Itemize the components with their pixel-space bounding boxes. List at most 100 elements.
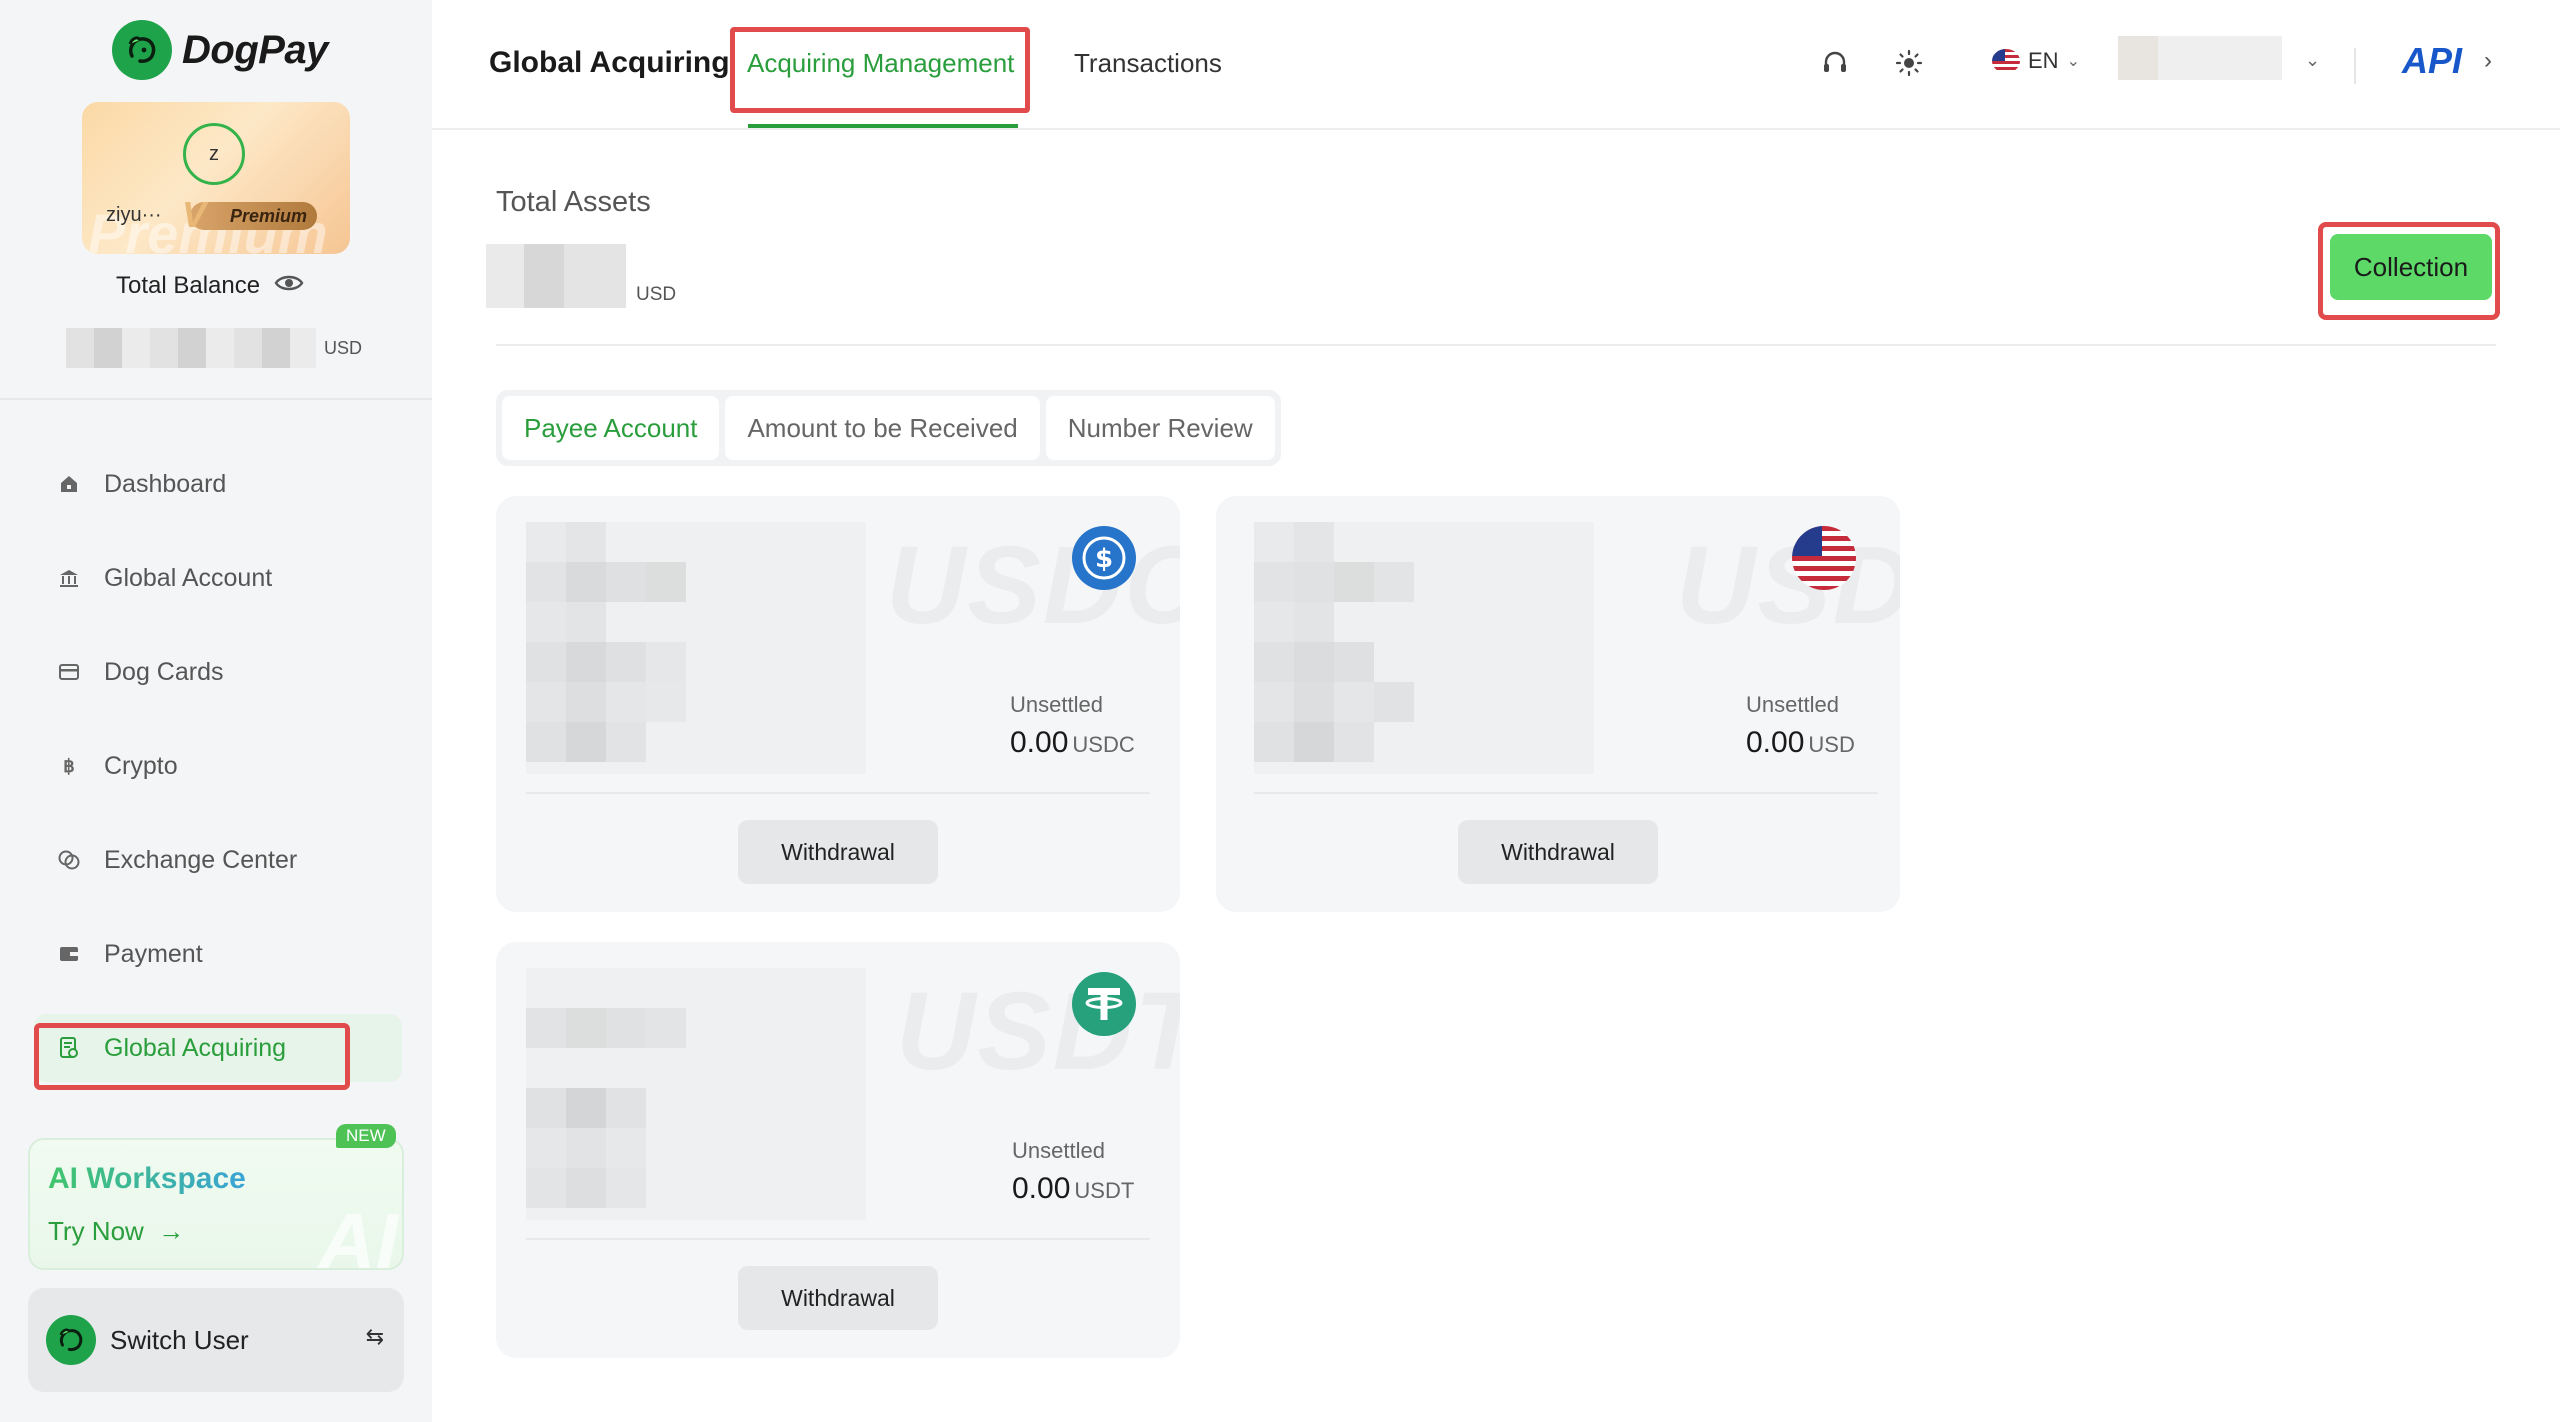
tab-transactions[interactable]: Transactions	[1074, 48, 1222, 79]
amount-value: 0.00	[1010, 726, 1069, 759]
eye-icon[interactable]	[274, 272, 304, 300]
highlight-box-global-acquiring	[34, 1023, 350, 1090]
page-title: Global Acquiring	[489, 46, 730, 79]
card-divider	[1254, 792, 1878, 794]
withdrawal-button[interactable]: Withdrawal	[738, 1266, 938, 1330]
total-balance: Total Balance	[116, 272, 304, 300]
sidebar-item-label: Payment	[104, 939, 203, 968]
swap-arrows-icon: ⇆	[365, 1324, 384, 1349]
premium-profile-card[interactable]: Premium z ziyu··· Premium V	[82, 102, 350, 254]
highlight-box-acquiring-management	[730, 27, 1030, 113]
currency-watermark: USD	[1676, 524, 1900, 647]
withdrawal-button[interactable]: Withdrawal	[1458, 820, 1658, 884]
sidebar-item-global-account[interactable]: Global Account	[34, 544, 402, 612]
amount-currency: USDC	[1072, 732, 1135, 757]
try-now-label: Try Now	[48, 1216, 144, 1246]
dog-logo-icon	[112, 20, 172, 80]
subtab-payee-account[interactable]: Payee Account	[502, 396, 720, 460]
headset-icon[interactable]	[1818, 46, 1852, 80]
exchange-icon	[58, 849, 80, 871]
sidebar-item-crypto[interactable]: ฿ Crypto	[34, 732, 402, 800]
arrow-right-icon: →	[151, 1216, 185, 1246]
account-name-redacted[interactable]	[2118, 36, 2282, 80]
card-divider	[526, 792, 1150, 794]
unsettled-label: Unsettled	[1010, 692, 1103, 717]
api-label: API	[2402, 40, 2463, 81]
subtab-amount-to-be-received[interactable]: Amount to be Received	[725, 396, 1040, 460]
ai-workspace-card[interactable]: AI Workspace Try Now → AI	[28, 1138, 404, 1270]
amount-value: 0.00	[1012, 1172, 1071, 1205]
account-subtabs: Payee Account Amount to be Received Numb…	[496, 390, 1281, 466]
switch-user-label: Switch User	[110, 1324, 249, 1355]
unsettled-label: Unsettled	[1012, 1138, 1105, 1163]
account-details-redacted	[1254, 522, 1594, 774]
currency-watermark: USDT	[896, 970, 1180, 1093]
avatar: z	[183, 123, 245, 185]
brand-name: DogPay	[182, 27, 328, 72]
balance-unit: USD	[324, 338, 363, 358]
tether-icon	[1072, 972, 1136, 1036]
sidebar: DogPay Premium z ziyu··· Premium V Total…	[0, 0, 432, 1422]
try-now-link[interactable]: Try Now →	[48, 1216, 184, 1247]
bank-icon	[58, 567, 80, 589]
total-balance-label: Total Balance	[116, 272, 261, 299]
home-icon	[58, 473, 80, 495]
sidebar-item-exchange-center[interactable]: Exchange Center	[34, 826, 402, 894]
sidebar-item-label: Global Account	[104, 563, 273, 592]
withdrawal-button[interactable]: Withdrawal	[738, 820, 938, 884]
sidebar-item-label: Dog Cards	[104, 657, 224, 686]
chevron-right-icon: ›	[2484, 47, 2493, 74]
amount-currency: USDT	[1074, 1178, 1135, 1203]
language-label: EN	[2028, 48, 2059, 73]
account-card-usd: USD Unsettled 0.00 USD Withdrawal	[1216, 496, 1900, 912]
account-card-usdt: USDT Unsettled 0.00 USDT Withdrawal	[496, 942, 1180, 1358]
ai-workspace-title: AI Workspace	[48, 1162, 246, 1195]
account-card-usdc: USDC $ Unsettled 0.00 USDC Withdrawal	[496, 496, 1180, 912]
balance-value-redacted	[66, 328, 316, 368]
ai-watermark: AI	[318, 1197, 398, 1270]
sun-icon[interactable]	[1892, 46, 1926, 80]
api-link[interactable]: API ›	[2402, 40, 2492, 82]
section-divider	[496, 344, 2496, 346]
card-icon	[58, 661, 80, 683]
dog-logo-icon	[46, 1315, 96, 1365]
usdc-icon: $	[1072, 526, 1136, 590]
unsettled-amount: 0.00 USD	[1746, 726, 1855, 760]
switch-user-button[interactable]: Switch User ⇆	[28, 1288, 404, 1392]
total-assets-value-redacted	[486, 244, 626, 308]
wallet-icon	[58, 943, 80, 965]
chevron-down-icon: ⌄	[2066, 53, 2080, 70]
top-bar: Global Acquiring Acquiring Management Tr…	[432, 0, 2560, 130]
sidebar-item-label: Crypto	[104, 751, 178, 780]
unsettled-label: Unsettled	[1746, 692, 1839, 717]
brand-logo[interactable]: DogPay	[112, 20, 328, 80]
account-details-redacted	[526, 968, 866, 1220]
new-badge: NEW	[336, 1124, 396, 1148]
subtab-number-review[interactable]: Number Review	[1045, 396, 1275, 460]
total-assets-unit: USD	[636, 284, 677, 305]
account-details-redacted	[526, 522, 866, 774]
topbar-divider	[2354, 48, 2356, 84]
sidebar-item-payment[interactable]: Payment	[34, 920, 402, 988]
sidebar-item-dashboard[interactable]: Dashboard	[34, 450, 402, 518]
svg-text:$: $	[1095, 544, 1113, 574]
us-flag-icon	[1992, 49, 2020, 73]
vip-v-icon: V	[182, 194, 207, 235]
sidebar-item-label: Dashboard	[104, 469, 227, 498]
sidebar-divider	[0, 398, 432, 400]
amount-currency: USD	[1808, 732, 1855, 757]
sidebar-item-dog-cards[interactable]: Dog Cards	[34, 638, 402, 706]
unsettled-amount: 0.00 USDT	[1012, 1172, 1134, 1206]
us-flag-icon	[1792, 526, 1856, 590]
premium-badge: Premium	[190, 202, 318, 230]
amount-value: 0.00	[1746, 726, 1805, 759]
bitcoin-icon: ฿	[63, 755, 75, 776]
chevron-down-icon[interactable]: ⌄	[2305, 50, 2320, 71]
highlight-box-collection	[2318, 222, 2500, 320]
active-tab-underline	[748, 124, 1018, 128]
language-selector[interactable]: EN ⌄	[1992, 48, 2080, 74]
sidebar-item-label: Exchange Center	[104, 845, 298, 874]
unsettled-amount: 0.00 USDC	[1010, 726, 1135, 760]
total-assets-label: Total Assets	[496, 186, 651, 218]
username: ziyu···	[106, 204, 162, 226]
